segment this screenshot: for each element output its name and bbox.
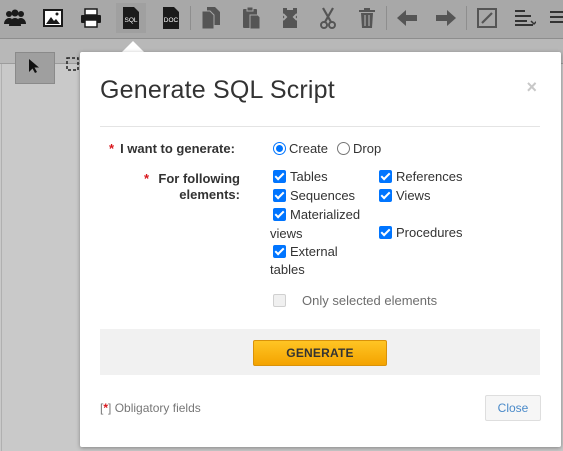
checkbox-sequences-label: Sequences [290,188,356,203]
checkbox-materialized-views-label-line2: views [270,226,303,241]
doc-icon-label: DOC [164,17,179,24]
obligatory-fields-text: Obligatory fields [114,401,201,415]
required-marker: * [109,141,115,156]
checkbox-tables-label: Tables [290,169,328,184]
checkbox-procedures[interactable]: Procedures [379,224,462,242]
radio-create-control[interactable] [273,142,286,155]
checkbox-procedures-control[interactable] [379,226,392,239]
main-toolbar: SQL DOC [0,0,563,39]
sql-icon[interactable]: SQL [116,3,146,33]
checkbox-views[interactable]: Views [379,187,430,205]
sql-icon-label: SQL [124,17,137,24]
selection-tool-button[interactable] [63,56,81,76]
image-icon[interactable] [38,3,68,33]
paste-special-icon[interactable] [275,3,305,33]
close-icon[interactable]: × [526,78,537,96]
required-marker: * [144,171,150,186]
edit-line-icon[interactable] [472,3,502,33]
checkbox-external-tables-label: External [290,244,338,259]
radio-create-label: Create [289,141,329,156]
obligatory-bracket-close: ] [108,401,112,415]
align-icon[interactable] [510,3,540,33]
radio-drop-label: Drop [353,141,382,156]
selection-icon [65,56,79,77]
doc-icon[interactable]: DOC [156,3,186,33]
checkbox-external-tables-control[interactable] [273,245,286,258]
generate-sql-dialog: Generate SQL Script × * I want to generat… [80,52,561,447]
pointer-icon [28,58,42,79]
arrow-left-icon[interactable] [392,3,422,33]
checkbox-only-selected-control[interactable] [273,294,286,307]
copy-icon[interactable] [196,3,226,33]
checkbox-materialized-views-control[interactable] [273,208,286,221]
checkbox-views-label: Views [396,188,431,203]
generate-bar: GENERATE [100,329,540,375]
checkbox-views-control[interactable] [379,189,392,202]
checkbox-external-tables-label-line2: tables [270,262,305,277]
elements-label-line1: For following [158,171,240,186]
checkbox-external-tables[interactable]: External [273,243,338,261]
checkbox-tables-control[interactable] [273,170,286,183]
checkbox-materialized-views-label: Materialized [290,207,361,222]
checkbox-sequences[interactable]: Sequences [273,187,355,205]
checkbox-references-control[interactable] [379,170,392,183]
toolbar-divider [466,6,467,30]
title-divider [100,126,540,127]
radio-create[interactable]: Create [273,141,328,156]
close-button[interactable]: Close [485,395,541,421]
trash-icon[interactable] [352,3,382,33]
elements-label: * For following elements: [144,171,240,203]
obligatory-fields-note: [*] Obligatory fields [100,401,201,415]
checkbox-references[interactable]: References [379,168,462,186]
checkbox-sequences-control[interactable] [273,189,286,202]
pointer-tool-button[interactable] [15,52,55,84]
checkbox-only-selected[interactable]: Only selected elements [273,292,437,310]
generate-button[interactable]: GENERATE [253,340,387,366]
arrow-right-icon[interactable] [431,3,461,33]
elements-label-line2: elements: [179,187,240,202]
cut-icon[interactable] [313,3,343,33]
generate-mode-label: * I want to generate: [109,141,235,157]
radio-drop[interactable]: Drop [337,141,381,156]
radio-drop-control[interactable] [337,142,350,155]
toolbar-divider [190,6,191,30]
dialog-title: Generate SQL Script [100,76,335,104]
generate-mode-label-text: I want to generate: [120,141,235,156]
canvas-edge [1,64,2,451]
menu-icon[interactable] [545,3,563,33]
checkbox-only-selected-label: Only selected elements [302,293,438,308]
users-icon[interactable] [0,3,30,33]
checkbox-procedures-label: Procedures [396,225,463,240]
print-icon[interactable] [76,3,106,33]
checkbox-tables[interactable]: Tables [273,168,328,186]
paste-icon[interactable] [236,3,266,33]
checkbox-materialized-views[interactable]: Materialized [273,206,360,224]
toolbar-divider [386,6,387,30]
checkbox-references-label: References [396,169,463,184]
